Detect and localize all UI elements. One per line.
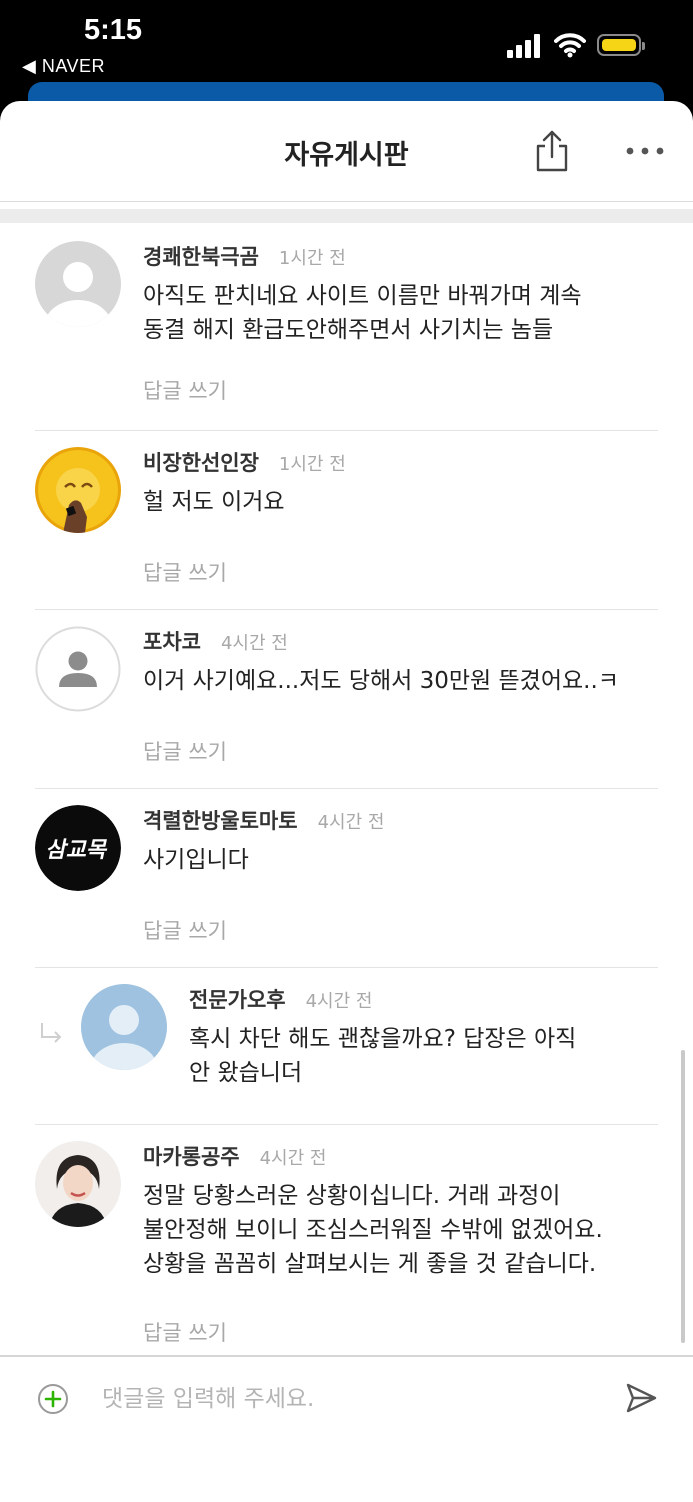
header: 자유게시판	[0, 101, 693, 202]
comment-text: 헐 저도 이거요	[143, 489, 285, 515]
comments-sheet: 자유게시판 경쾌한북극곰 1시간 전 아직도 판치네요 사이트 이름만 바꿔가며 …	[0, 101, 693, 1502]
page-title: 자유게시판	[284, 140, 409, 171]
comment-time: 4시간 전	[305, 991, 373, 1012]
scrollbar[interactable]	[681, 1050, 685, 1343]
comment-text: 정말 당황스러운 상황이십니다. 거래 과정이 불안정해 보이니 조심스러워질 …	[143, 1183, 603, 1277]
comment-item: 경쾌한북극곰 1시간 전 아직도 판치네요 사이트 이름만 바꿔가며 계속 동결 …	[35, 225, 658, 431]
section-divider	[0, 209, 693, 223]
cellular-signal-icon	[507, 34, 543, 58]
comment-time: 4시간 전	[259, 1148, 327, 1169]
reply-arrow-icon	[41, 1023, 62, 1043]
comment-time: 1시간 전	[278, 454, 346, 475]
comment-text: 혹시 차단 해도 괜찮을까요? 답장은 아직 안 왔습니더	[189, 1026, 577, 1086]
person-icon[interactable]	[35, 626, 121, 712]
comment-author[interactable]: 전문가오후	[189, 988, 286, 1012]
reply-button[interactable]: 답글 쓰기	[143, 557, 227, 587]
sunflower-avatar[interactable]	[35, 447, 121, 533]
logo-avatar[interactable]: 삼교목	[35, 805, 121, 891]
svg-text:삼교목: 삼교목	[44, 837, 110, 863]
comment-author[interactable]: 마카롱공주	[143, 1145, 240, 1169]
comment-item: 포차코 4시간 전 이거 사기예요...저도 당해서 30만원 뜯겼어요..ㅋ 답…	[35, 610, 658, 789]
reply-comment-item: 전문가오후 4시간 전 혹시 차단 해도 괜찮을까요? 답장은 아직 안 왔습니더	[35, 968, 658, 1125]
comment-author[interactable]: 비장한선인장	[143, 451, 259, 475]
comment-item: 삼교목 격렬한방울토마토 4시간 전 사기입니다 답글 쓰기	[35, 789, 658, 968]
comment-time: 4시간 전	[220, 633, 288, 654]
comment-author[interactable]: 격렬한방울토마토	[143, 809, 298, 833]
reply-button[interactable]: 답글 쓰기	[143, 1317, 227, 1347]
comment-time: 1시간 전	[278, 248, 346, 269]
comment-text: 이거 사기예요...저도 당해서 30만원 뜯겼어요..ㅋ	[143, 668, 619, 694]
reply-button[interactable]: 답글 쓰기	[143, 375, 227, 405]
battery-icon	[597, 34, 645, 56]
comment-item: 마카롱공주 4시간 전 정말 당황스러운 상황이십니다. 거래 과정이 불안정해 …	[35, 1125, 658, 1355]
reply-button[interactable]: 답글 쓰기	[143, 915, 227, 945]
comment-time: 4시간 전	[317, 812, 385, 833]
share-button[interactable]	[532, 129, 572, 173]
comment-text: 아직도 판치네요 사이트 이름만 바꿔가며 계속 동결 해지 환급도안해주면서 …	[143, 283, 582, 343]
back-to-naver-link[interactable]: ◀ NAVER	[22, 56, 105, 77]
send-icon[interactable]	[624, 1381, 658, 1415]
more-options-icon[interactable]	[624, 139, 666, 163]
default-avatar[interactable]	[35, 241, 121, 327]
default-avatar[interactable]	[81, 984, 167, 1070]
comment-input-bar	[0, 1355, 693, 1502]
comment-author[interactable]: 경쾌한북극곰	[143, 245, 259, 269]
comment-input[interactable]	[102, 1381, 582, 1417]
clock: 5:15	[84, 14, 143, 46]
wifi-icon	[554, 33, 586, 58]
comment-author[interactable]: 포차코	[143, 630, 201, 654]
comment-item: 비장한선인장 1시간 전 헐 저도 이거요 답글 쓰기	[35, 431, 658, 610]
profile-photo-avatar[interactable]	[35, 1141, 121, 1227]
comment-text: 사기입니다	[143, 847, 249, 873]
reply-button[interactable]: 답글 쓰기	[143, 736, 227, 766]
add-icon[interactable]	[37, 1383, 69, 1415]
